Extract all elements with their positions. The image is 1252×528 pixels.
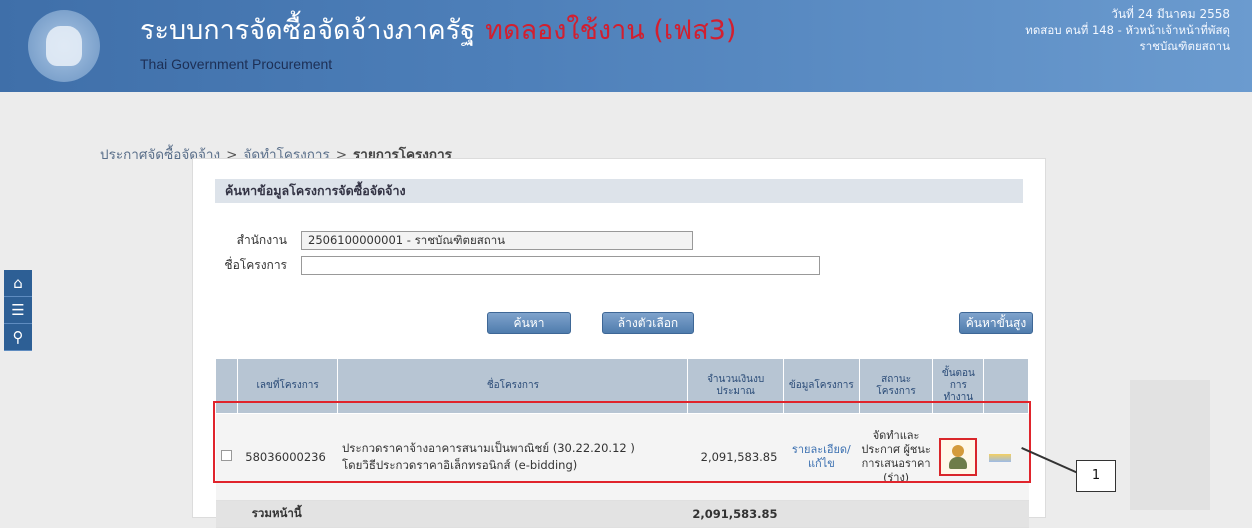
- project-name: ประกวดราคาจ้างอาคารสนามเป็นพาณิชย์ (30.2…: [337, 413, 688, 501]
- project-row: ชื่อโครงการ: [217, 256, 820, 275]
- app-title: ระบบการจัดซื้อจัดจ้างภาครัฐ ทดลองใช้งาน (…: [140, 15, 737, 46]
- work-step-icon[interactable]: [939, 438, 978, 476]
- project-name-line2: โดยวิธีประกวดราคาอิเล็กทรอนิกส์ (e-biddi…: [341, 458, 578, 472]
- table-total-row: รวมหน้านี้ 2,091,583.85: [215, 500, 1029, 528]
- project-name-label: ชื่อโครงการ: [224, 258, 287, 272]
- current-date: วันที่ 24 มีนาคม 2558: [1111, 7, 1230, 21]
- search-box-title: ค้นหาข้อมูลโครงการจัดซื้อจัดจ้าง: [215, 179, 1023, 203]
- project-table: เลขที่โครงการ ชื่อโครงการ จำนวนเงินงบประ…: [215, 358, 1029, 528]
- header: ระบบการจัดซื้อจัดจ้างภาครัฐ ทดลองใช้งาน (…: [0, 0, 1252, 92]
- advanced-search-button[interactable]: ค้นหาขั้นสูง: [959, 312, 1033, 334]
- row-checkbox[interactable]: [220, 450, 232, 461]
- clear-button[interactable]: ล้างตัวเลือก: [602, 312, 694, 334]
- table-row: 58036000236 ประกวดราคาจ้างอาคารสนามเป็นพ…: [215, 413, 1029, 501]
- project-info-link[interactable]: รายละเอียด/แก้ไข: [783, 413, 860, 501]
- project-name-input[interactable]: [301, 256, 820, 275]
- app-subtitle: Thai Government Procurement: [140, 56, 333, 72]
- agency-field[interactable]: 2506100000001 - ราชบัณฑิตยสถาน: [301, 231, 693, 250]
- total-value: 2,091,583.85: [687, 500, 784, 528]
- trial-label: ทดลองใช้งาน (เฟส3): [485, 15, 737, 46]
- search-icon[interactable]: ⚲: [4, 324, 32, 351]
- user-name: ทดสอบ คนที่ 148 - หัวหน้าเจ้าหน้าที่พัสด…: [1025, 23, 1230, 37]
- col-project-info: ข้อมูลโครงการ: [782, 358, 860, 414]
- col-check: [215, 358, 238, 414]
- main-panel: ค้นหาข้อมูลโครงการจัดซื้อจัดจ้าง สำนักงา…: [192, 158, 1046, 528]
- background-shape: [1130, 380, 1210, 510]
- agency-label: สำนักงาน: [236, 233, 287, 247]
- agency-row: สำนักงาน 2506100000001 - ราชบัณฑิตยสถาน: [217, 231, 693, 250]
- user-unit: ราชบัณฑิตยสถาน: [1139, 39, 1230, 53]
- col-budget: จำนวนเงินงบประมาณ: [687, 358, 784, 414]
- table-header-row: เลขที่โครงการ ชื่อโครงการ จำนวนเงินงบประ…: [215, 358, 1029, 414]
- home-icon[interactable]: ⌂: [4, 270, 32, 297]
- col-project-name: ชื่อโครงการ: [337, 358, 689, 414]
- total-label: รวมหน้านี้: [215, 500, 338, 528]
- project-status: จัดทำและประกาศ ผู้ชนะการเสนอราคา (ร่าง): [859, 413, 933, 501]
- col-steps: ขั้นตอนการทำงาน: [932, 358, 985, 414]
- project-amount: 2,091,583.85: [687, 413, 784, 501]
- emblem-logo: [28, 10, 100, 82]
- col-extra: [983, 358, 1029, 414]
- search-box: ค้นหาข้อมูลโครงการจัดซื้อจัดจ้าง: [215, 179, 1023, 203]
- col-project-id: เลขที่โครงการ: [236, 358, 339, 414]
- side-nav: ⌂ ☰ ⚲: [4, 270, 32, 351]
- col-status: สถานะโครงการ: [858, 358, 934, 414]
- edit-pencil-icon[interactable]: [988, 453, 1011, 462]
- search-button[interactable]: ค้นหา: [487, 312, 571, 334]
- project-name-line1: ประกวดราคาจ้างอาคารสนามเป็นพาณิชย์ (30.2…: [341, 441, 635, 455]
- callout-label: 1: [1076, 460, 1116, 492]
- menu-icon[interactable]: ☰: [4, 297, 32, 324]
- project-id: 58036000236: [237, 413, 338, 501]
- user-info: วันที่ 24 มีนาคม 2558 ทดสอบ คนที่ 148 - …: [1025, 6, 1230, 54]
